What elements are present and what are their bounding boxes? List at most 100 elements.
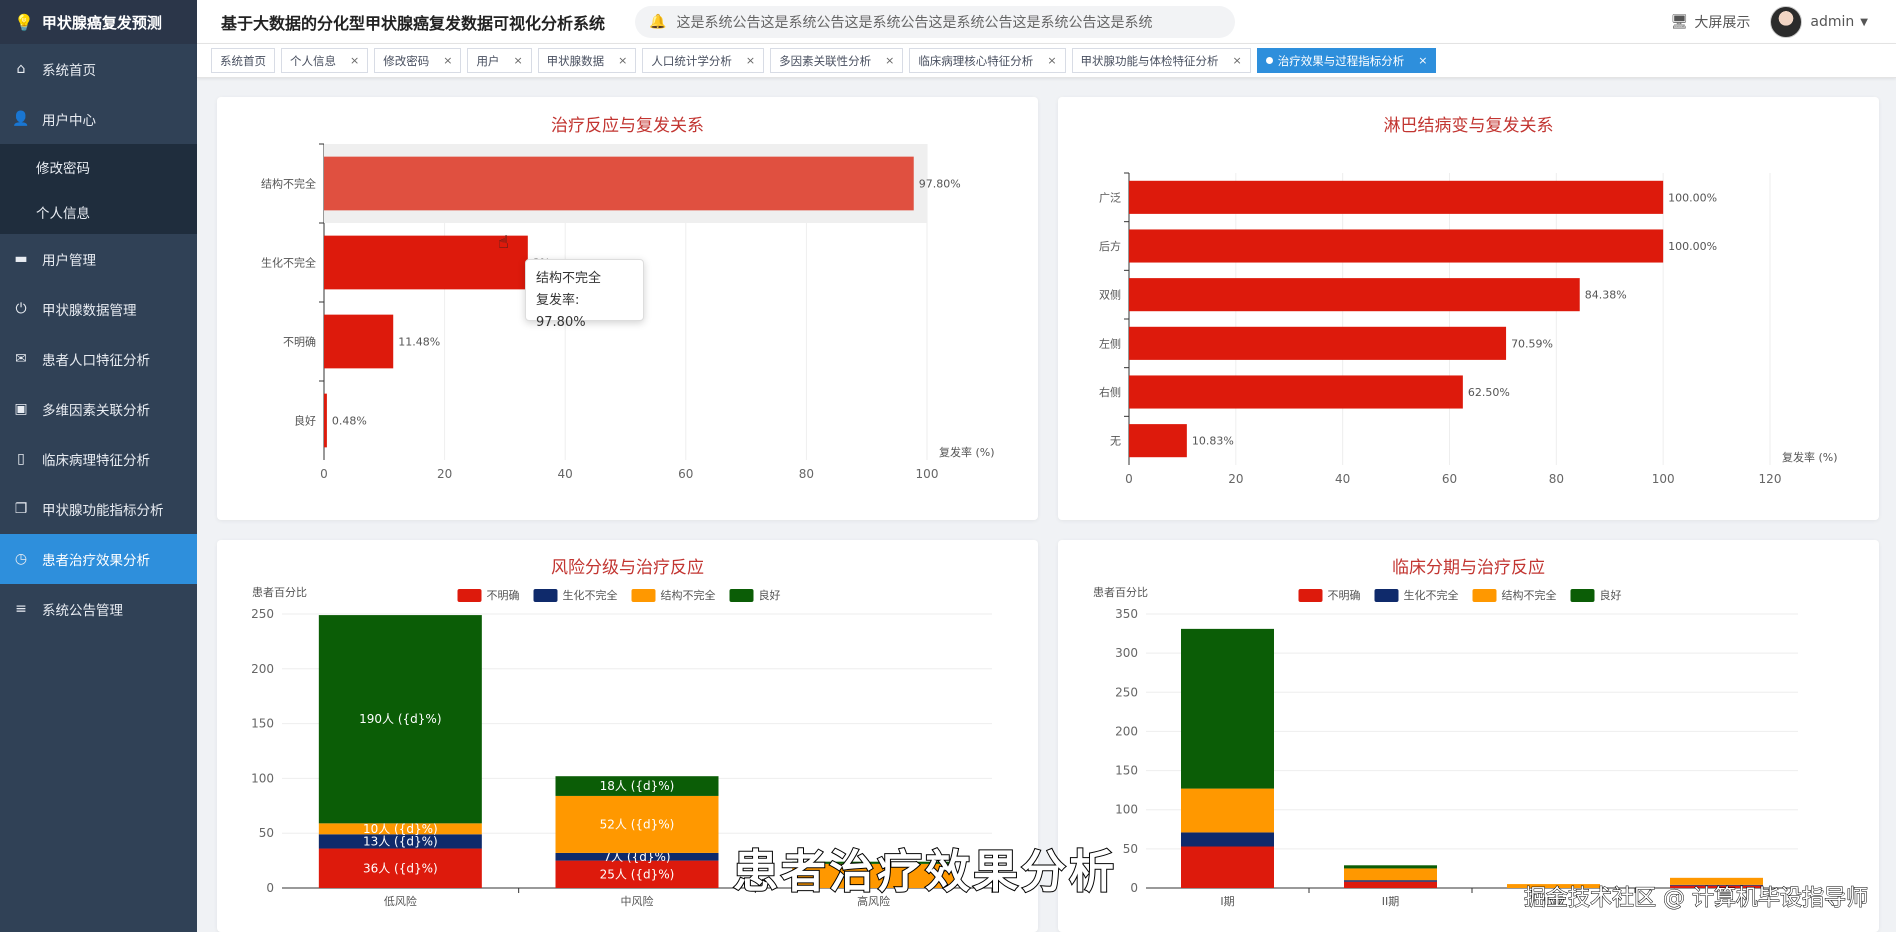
y-category-label: 不明确 <box>283 336 316 349</box>
sidebar-item-10[interactable]: ◷ 患者治疗效果分析 <box>0 534 197 584</box>
stacked-bar <box>1344 865 1437 869</box>
tab-6[interactable]: 多因素关联性分析 × <box>770 48 904 73</box>
y-category-label: 左侧 <box>1099 337 1121 350</box>
legend-label: 不明确 <box>1328 589 1361 602</box>
x-category-label: 低风险 <box>384 894 417 908</box>
big-screen-button[interactable]: 🖥 大屏展示 <box>1671 12 1751 32</box>
tab-2[interactable]: 修改密码 × <box>374 48 462 73</box>
close-icon[interactable]: × <box>513 54 522 67</box>
x-tick-label: 20 <box>1228 472 1243 486</box>
y-axis-label: 患者百分比 <box>252 586 307 599</box>
tab-1[interactable]: 个人信息 × <box>281 48 369 73</box>
data-label: 0.48% <box>332 415 367 428</box>
tab-label: 治疗效果与过程指标分析 <box>1277 53 1405 68</box>
y-tick-label: 150 <box>1115 764 1138 778</box>
x-tick-label: 0 <box>1125 472 1133 486</box>
tab-label: 系统首页 <box>220 53 266 68</box>
close-icon[interactable]: × <box>885 54 894 67</box>
video-subtitle: 患者治疗效果分析 <box>732 844 1118 899</box>
notice-text: 这是系统公告这是系统公告这是系统公告这是系统公告这是系统公告这是系统 <box>676 14 1153 31</box>
bar-data-label: 52人 ({d}%) <box>600 817 675 831</box>
close-icon[interactable]: × <box>1047 54 1056 67</box>
tab-label: 临床病理核心特征分析 <box>918 53 1034 68</box>
list-icon: ≡ <box>15 601 27 617</box>
x-tick-label: 100 <box>1652 472 1675 486</box>
y-tick-label: 350 <box>1115 607 1138 621</box>
sidebar-item-label: 系统公告管理 <box>42 603 123 619</box>
sidebar-item-9[interactable]: ❐ 甲状腺功能指标分析 <box>0 484 197 534</box>
x-tick-label: 60 <box>678 467 693 481</box>
tab-9[interactable]: 治疗效果与过程指标分析 × <box>1256 48 1437 73</box>
y-category-label: 右侧 <box>1099 385 1121 399</box>
chevron-down-icon[interactable]: ▼ <box>1860 17 1868 28</box>
data-label: 10.83% <box>1192 435 1234 448</box>
chart-title: 临床分期与治疗反应 <box>1392 558 1545 578</box>
chart-card-clinical-stage: 临床分期与治疗反应 患者百分比 不明确 生化不完全 结构不完全 良好 0 50 100 150 20… <box>1058 540 1879 932</box>
username[interactable]: admin <box>1810 14 1854 30</box>
sidebar-item-5[interactable]: ⏻ 甲状腺数据管理 <box>0 284 197 334</box>
sidebar-item-0[interactable]: ⌂ 系统首页 <box>0 44 197 94</box>
sidebar-item-3[interactable]: 个人信息 <box>0 189 197 234</box>
bar <box>324 156 914 211</box>
sidebar-item-label: 甲状腺数据管理 <box>42 303 137 319</box>
sidebar-item-6[interactable]: ✉ 患者人口特征分析 <box>0 334 197 384</box>
submenu: 修改密码 个人信息 <box>0 144 197 234</box>
x-tick-label: 80 <box>799 467 814 481</box>
sidebar-item-label: 患者人口特征分析 <box>42 353 150 369</box>
legend-swatch <box>1472 589 1497 602</box>
stacked-bar <box>1344 868 1437 881</box>
device-icon: ▯ <box>17 451 25 467</box>
close-icon[interactable]: × <box>350 54 359 67</box>
close-icon[interactable]: × <box>1418 54 1427 67</box>
y-tick-label: 0 <box>266 881 274 895</box>
sidebar-item-label: 甲状腺功能指标分析 <box>42 503 164 519</box>
sidebar-item-2[interactable]: 修改密码 <box>0 144 197 189</box>
tab-8[interactable]: 甲状腺功能与体检特征分析 × <box>1071 48 1251 73</box>
tab-7[interactable]: 临床病理核心特征分析 × <box>909 48 1066 73</box>
sidebar-item-1[interactable]: 👤 用户中心 <box>0 94 197 144</box>
sidebar-item-11[interactable]: ≡ 系统公告管理 <box>0 584 197 634</box>
y-category-label: 后方 <box>1099 239 1121 253</box>
stacked-bar <box>1181 628 1274 789</box>
x-axis-label: 复发率 (%) <box>939 445 995 459</box>
sidebar-item-4[interactable]: ▬ 用户管理 <box>0 234 197 284</box>
home-icon: ⌂ <box>16 61 26 77</box>
clock-icon: ◷ <box>14 551 28 567</box>
tab-4[interactable]: 甲状腺数据 × <box>537 48 637 73</box>
legend-swatch <box>1298 589 1323 602</box>
bar <box>1129 375 1463 409</box>
sidebar-item-8[interactable]: ▯ 临床病理特征分析 <box>0 434 197 484</box>
legend-label: 生化不完全 <box>1404 588 1459 602</box>
x-tick-label: 120 <box>1759 472 1782 486</box>
notice-bar[interactable]: 🔔 这是系统公告这是系统公告这是系统公告这是系统公告这是系统公告这是系统 <box>635 5 1236 38</box>
app-logo[interactable]: 💡 甲状腺癌复发预测 <box>0 0 197 44</box>
watermark: 掘金技术社区 @ 计算机毕设指导师 <box>1524 886 1869 912</box>
close-icon[interactable]: × <box>618 54 627 67</box>
mail-icon: ✉ <box>15 351 27 367</box>
sidebar-item-7[interactable]: ▣ 多维因素关联分析 <box>0 384 197 434</box>
tooltip-title: 结构不完全 <box>536 271 602 286</box>
y-axis-label: 患者百分比 <box>1093 586 1148 599</box>
data-label: 100.00% <box>1668 240 1717 253</box>
chart-lymph-node: 淋巴结病变与复发关系 0 20 40 60 80 100 120 广泛 100.00% 后方 100.… <box>1099 116 1838 486</box>
tab-3[interactable]: 用户 × <box>467 48 532 73</box>
x-tick-label: 0 <box>320 467 328 481</box>
x-tick-label: 20 <box>437 467 452 481</box>
y-tick-label: 200 <box>1115 724 1138 738</box>
y-category-label: 广泛 <box>1099 191 1121 204</box>
avatar[interactable] <box>1770 6 1803 38</box>
y-category-label: 无 <box>1110 435 1121 448</box>
bar-data-label: 25人 ({d}%) <box>600 867 675 881</box>
x-tick-label: 60 <box>1442 472 1457 486</box>
y-category-label: 双侧 <box>1099 289 1121 302</box>
y-category-label: 生化不完全 <box>261 256 316 270</box>
clipboard-icon: ▣ <box>14 401 28 417</box>
close-icon[interactable]: × <box>443 54 452 67</box>
stacked-bar <box>1181 788 1274 833</box>
tab-label: 甲状腺数据 <box>546 53 605 68</box>
tab-0[interactable]: 系统首页 <box>211 48 275 73</box>
tab-5[interactable]: 人口统计学分析 × <box>642 48 765 73</box>
close-icon[interactable]: × <box>746 54 755 67</box>
y-tick-label: 50 <box>1123 842 1138 856</box>
close-icon[interactable]: × <box>1233 54 1242 67</box>
